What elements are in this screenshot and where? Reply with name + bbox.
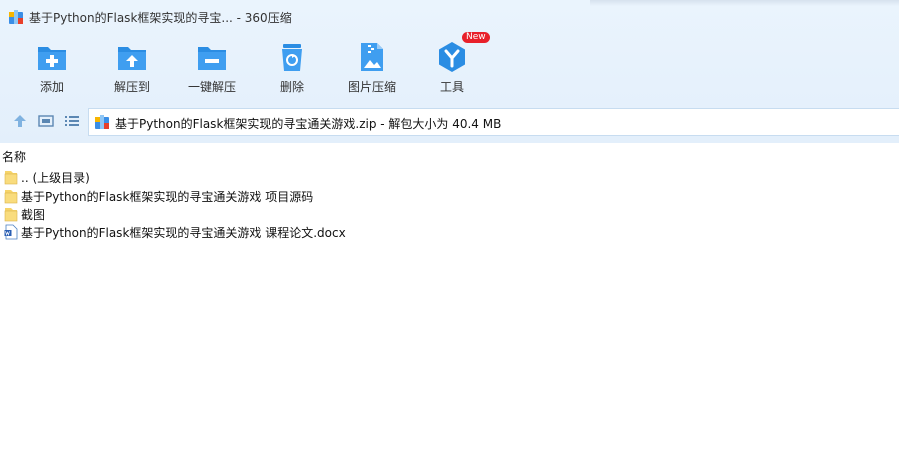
path-box[interactable]: 基于Python的Flask框架实现的寻宝通关游戏.zip - 解包大小为 40… xyxy=(88,108,899,136)
tools-button[interactable]: New 工具 xyxy=(412,32,492,100)
window-shadow xyxy=(590,0,899,6)
navigation-bar: 基于Python的Flask框架实现的寻宝通关游戏.zip - 解包大小为 40… xyxy=(0,106,899,136)
one-click-extract-label: 一键解压 xyxy=(187,80,236,94)
one-click-extract-icon xyxy=(198,47,226,70)
main-toolbar: 添加 解压到 一键解压 删除 图片压缩 New 工具 xyxy=(0,32,520,100)
list-view-icon[interactable] xyxy=(64,113,80,129)
list-item[interactable]: 截图 xyxy=(0,205,899,223)
folder-up-icon xyxy=(4,171,18,185)
list-item[interactable]: .. (上级目录) xyxy=(0,168,899,186)
add-folder-icon xyxy=(38,47,66,70)
new-badge: New xyxy=(462,32,490,43)
up-arrow-icon[interactable] xyxy=(12,113,28,129)
extract-to-button[interactable]: 解压到 xyxy=(92,38,172,100)
delete-trash-icon xyxy=(282,44,302,71)
archive-app-icon xyxy=(9,10,23,24)
word-doc-icon xyxy=(4,224,18,240)
image-compress-label: 图片压缩 xyxy=(347,80,396,94)
archive-path-text: 基于Python的Flask框架实现的寻宝通关游戏.zip - 解包大小为 40… xyxy=(115,117,502,131)
list-item[interactable]: 基于Python的Flask框架实现的寻宝通关游戏 项目源码 xyxy=(0,187,899,205)
add-button[interactable]: 添加 xyxy=(12,38,92,100)
file-name: 基于Python的Flask框架实现的寻宝通关游戏 课程论文.docx xyxy=(21,226,346,240)
image-compress-button[interactable]: 图片压缩 xyxy=(332,38,412,100)
title-bar: 基于Python的Flask框架实现的寻宝... - 360压缩 xyxy=(0,0,600,34)
zip-archive-icon xyxy=(95,115,109,129)
list-item[interactable]: 基于Python的Flask框架实现的寻宝通关游戏 课程论文.docx xyxy=(0,223,899,241)
add-label: 添加 xyxy=(39,80,64,94)
window-title: 基于Python的Flask框架实现的寻宝... - 360压缩 xyxy=(29,11,292,25)
tools-icon xyxy=(439,42,465,72)
file-name: 截图 xyxy=(21,208,46,222)
extract-to-icon xyxy=(118,47,146,70)
column-header: 名称 xyxy=(0,146,899,166)
delete-button[interactable]: 删除 xyxy=(252,38,332,100)
extract-to-label: 解压到 xyxy=(113,80,150,94)
name-column-header[interactable]: 名称 xyxy=(2,148,26,165)
image-compress-icon xyxy=(361,43,383,71)
tools-label: 工具 xyxy=(439,80,464,94)
thumbnail-view-icon[interactable] xyxy=(38,113,54,129)
folder-icon xyxy=(4,208,18,222)
file-name: 基于Python的Flask框架实现的寻宝通关游戏 项目源码 xyxy=(21,190,314,204)
one-click-extract-button[interactable]: 一键解压 xyxy=(172,38,252,100)
folder-icon xyxy=(4,190,18,204)
delete-label: 删除 xyxy=(279,80,304,94)
file-name: .. (上级目录) xyxy=(21,171,90,185)
